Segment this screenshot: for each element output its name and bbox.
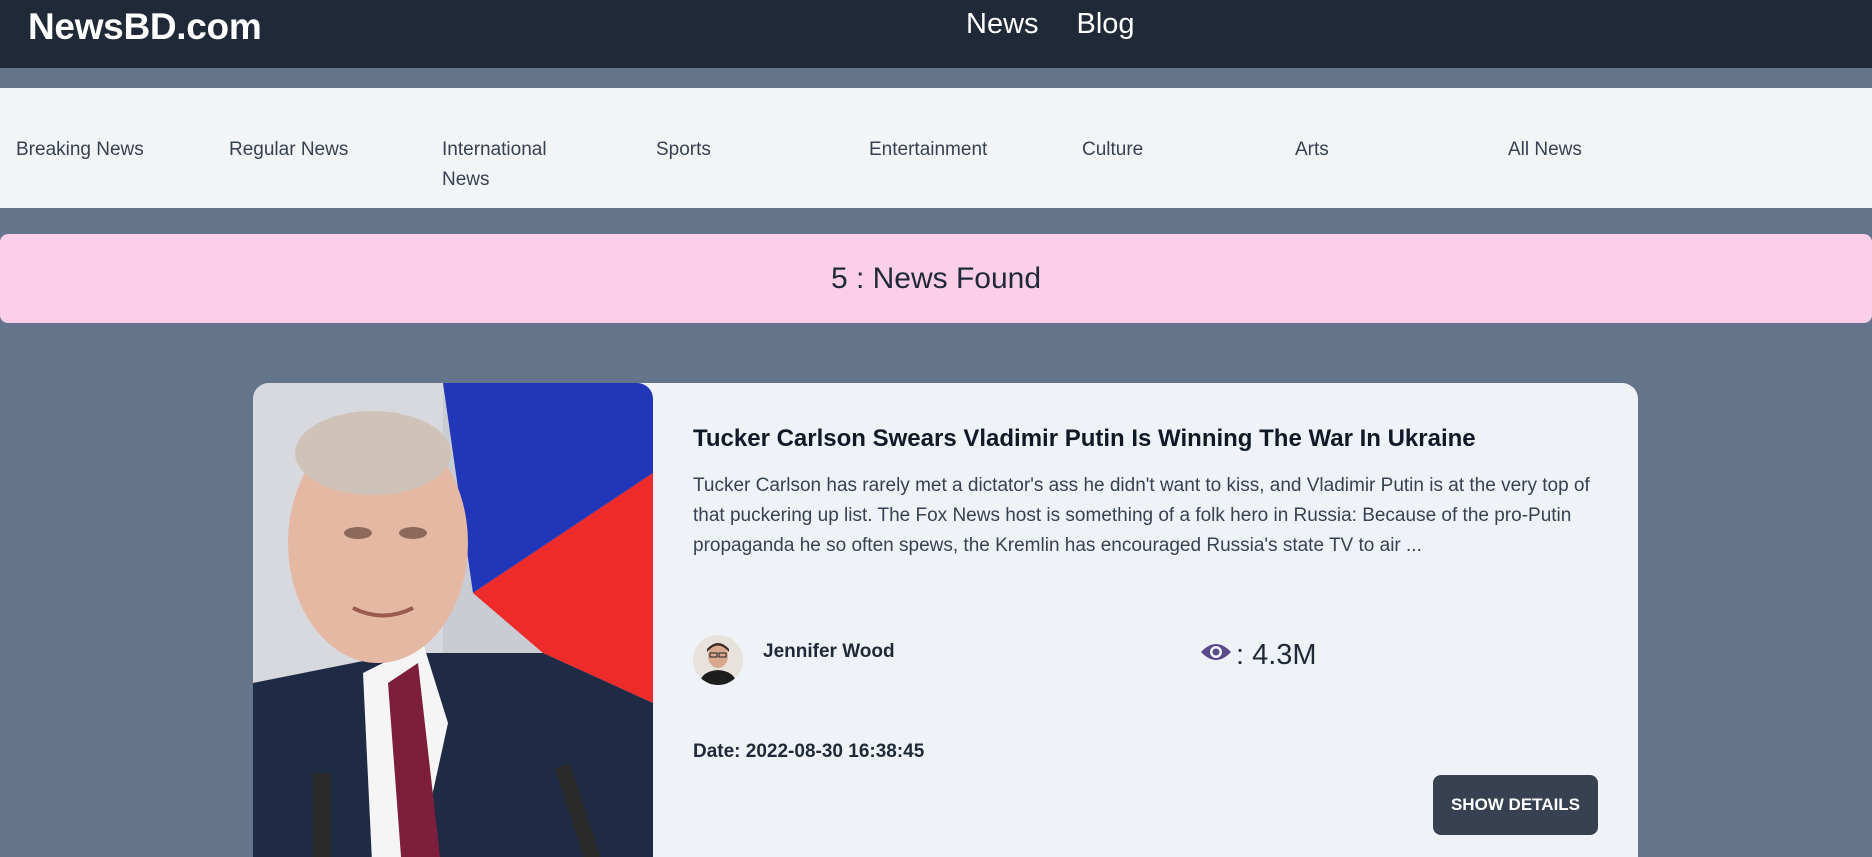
brand-logo[interactable]: NewsBD.com <box>28 6 262 48</box>
news-found-banner: 5 : News Found <box>0 234 1872 323</box>
category-entertainment[interactable]: Entertainment <box>869 135 1019 165</box>
main-nav: News Blog <box>966 8 1135 41</box>
author-name: Jennifer Wood <box>763 641 895 662</box>
category-sports[interactable]: Sports <box>656 135 806 165</box>
category-regular-news[interactable]: Regular News <box>229 135 379 165</box>
nav-blog-link[interactable]: Blog <box>1077 8 1135 41</box>
publish-date: Date: 2022-08-30 16:38:45 <box>693 741 925 762</box>
news-found-text: 5 : News Found <box>830 261 1042 295</box>
top-navbar: NewsBD.com News Blog <box>0 0 1872 68</box>
news-title[interactable]: Tucker Carlson Swears Vladimir Putin Is … <box>693 425 1593 453</box>
category-international-news[interactable]: International News <box>442 135 572 195</box>
category-arts[interactable]: Arts <box>1295 135 1445 165</box>
nav-news-link[interactable]: News <box>966 8 1039 41</box>
view-count: : 4.3M <box>1200 639 1317 672</box>
news-description: Tucker Carlson has rarely met a dictator… <box>693 475 1590 556</box>
eye-icon <box>1200 639 1232 672</box>
view-count-value: : 4.3M <box>1236 639 1317 671</box>
category-culture[interactable]: Culture <box>1082 135 1232 165</box>
author-avatar <box>693 635 743 685</box>
category-bar: Breaking News Regular News International… <box>0 88 1872 208</box>
news-thumbnail <box>253 383 653 857</box>
category-breaking-news[interactable]: Breaking News <box>16 135 166 165</box>
news-card: Tucker Carlson Swears Vladimir Putin Is … <box>253 383 1638 857</box>
category-all-news[interactable]: All News <box>1508 135 1658 165</box>
show-details-button[interactable]: SHOW DETAILS <box>1433 775 1598 835</box>
